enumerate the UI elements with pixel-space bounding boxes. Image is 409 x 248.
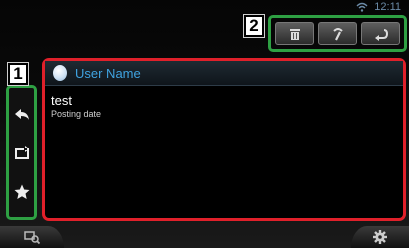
- trash-icon: [289, 28, 300, 40]
- twitter-app-screen: 12:11 2 1 User Name test Posting date: [0, 0, 409, 248]
- avatar[interactable]: [53, 65, 67, 81]
- reply-button[interactable]: [12, 104, 32, 124]
- delete-button[interactable]: [275, 22, 314, 45]
- wifi-icon: [356, 2, 368, 12]
- display-search-icon: [24, 231, 40, 245]
- retweet-button[interactable]: [12, 143, 32, 163]
- reply-icon: [14, 108, 29, 120]
- post-date: Posting date: [51, 109, 102, 119]
- settings-button[interactable]: [351, 226, 409, 248]
- retweet-with-comment-button[interactable]: [318, 22, 357, 45]
- bottom-bar: [0, 224, 409, 248]
- callout-label-2: 2: [243, 14, 265, 38]
- back-button[interactable]: [361, 22, 400, 45]
- post-toolbar: [268, 15, 407, 52]
- favorite-star-icon: [14, 184, 29, 199]
- back-icon: [374, 28, 388, 41]
- clock-time: 12:11: [374, 1, 401, 13]
- user-name[interactable]: User Name: [75, 66, 141, 81]
- callout-label-1: 1: [7, 62, 29, 86]
- post-text: test: [51, 93, 72, 108]
- post-detail-panel: User Name test Posting date: [42, 58, 406, 221]
- retweet-pen-icon: [332, 27, 343, 40]
- settings-gear-icon: [373, 230, 387, 244]
- post-author-header: User Name: [45, 61, 403, 86]
- action-sidebar: [6, 85, 37, 220]
- favorite-button[interactable]: [12, 182, 32, 202]
- retweet-icon: [14, 145, 29, 159]
- status-bar: 12:11: [356, 0, 409, 14]
- display-search-button[interactable]: [0, 226, 64, 248]
